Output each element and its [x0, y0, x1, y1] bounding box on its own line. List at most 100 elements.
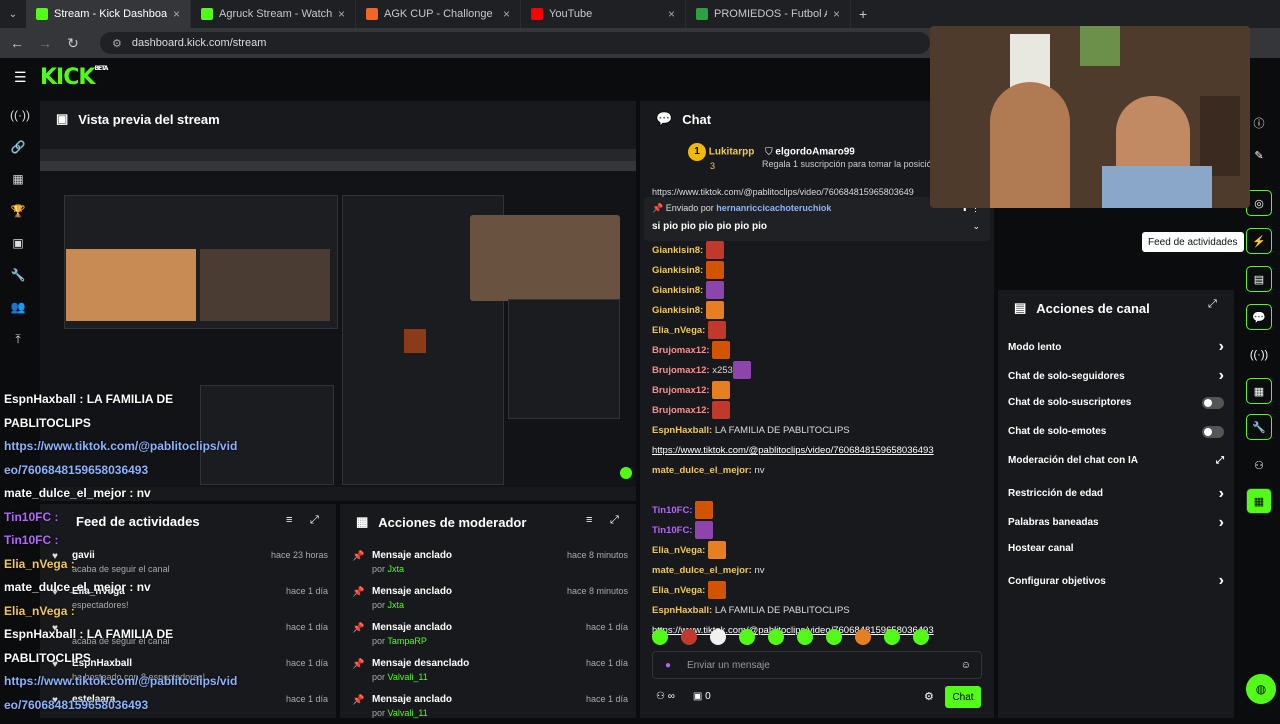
users-icon[interactable]: ⚇ — [1246, 452, 1272, 478]
close-icon[interactable]: × — [833, 7, 840, 21]
chevron-right-icon[interactable]: › — [1219, 514, 1224, 532]
new-tab-button[interactable]: + — [851, 6, 867, 22]
chat-username[interactable]: Brujomax12: — [652, 365, 710, 376]
chat-username[interactable]: EspnHaxball: — [652, 425, 712, 436]
forward-icon[interactable]: → — [38, 35, 52, 51]
chat-message[interactable]: Elia_nVega: — [652, 581, 982, 601]
mod-user[interactable]: Valvali_11 — [388, 672, 428, 682]
browser-tab[interactable]: Stream - Kick Dashboard × — [26, 0, 191, 28]
chat-username[interactable]: Brujomax12: — [652, 385, 710, 396]
emote-icon[interactable] — [652, 629, 668, 645]
chat-message[interactable]: Brujomax12: x253 — [652, 361, 982, 381]
browser-tab[interactable]: AGK CUP - Challonge × — [356, 0, 521, 28]
chat-username[interactable]: Brujomax12: — [652, 345, 710, 356]
chat-message[interactable]: mate_dulce_el_mejor: nv — [652, 561, 982, 581]
chat-username[interactable]: mate_dulce_el_mejor: — [652, 565, 752, 576]
mod-user[interactable]: Valvali_11 — [388, 708, 428, 718]
emote-icon[interactable] — [913, 629, 929, 645]
chat-message[interactable]: Giankisin8: — [652, 241, 982, 261]
pinned-by[interactable]: hernanriccicachoteruchiok — [716, 203, 831, 213]
settings-icon[interactable]: ⚙ — [924, 690, 934, 703]
chat-username[interactable]: Tin10FC: — [652, 505, 692, 516]
chat-message[interactable]: mate_dulce_el_mejor: nv — [652, 461, 982, 481]
emote-icon[interactable] — [797, 629, 813, 645]
chevron-down-icon[interactable]: ⌄ — [972, 221, 980, 232]
chat-link[interactable]: https://www.tiktok.com/@pablitoclips/vid… — [652, 445, 934, 456]
chevron-right-icon[interactable]: › — [1219, 572, 1224, 590]
top-gifter[interactable]: 1 Lukitarpp ⛉ elgordoAmaro99 3 Regala 1 … — [688, 143, 937, 171]
tab-list-icon[interactable]: ⌄ — [0, 9, 26, 20]
chat-username[interactable]: Elia_nVega: — [652, 325, 705, 336]
chat-message[interactable]: Tin10FC: — [652, 501, 982, 521]
mod-action-item[interactable]: 📌 Mensaje anclado por TampaRP hace 1 día — [352, 616, 628, 652]
channel-action-item[interactable]: Restricción de edad › — [1008, 485, 1224, 503]
panel-icon[interactable]: ▦ — [1246, 378, 1272, 404]
chat-username[interactable]: Elia_nVega: — [652, 585, 705, 596]
chat-username[interactable]: Giankisin8: — [652, 265, 703, 276]
chat-message[interactable]: EspnHaxball: LA FAMILIA DE PABLITOCLIPS — [652, 601, 982, 621]
chat-message[interactable]: EspnHaxball: LA FAMILIA DE PABLITOCLIPS — [652, 421, 982, 441]
chevron-right-icon[interactable]: › — [1219, 367, 1224, 385]
chat-message[interactable]: Elia_nVega: — [652, 321, 982, 341]
chat-username[interactable]: Giankisin8: — [652, 245, 703, 256]
chat-username[interactable]: Elia_nVega: — [652, 545, 705, 556]
channel-action-item[interactable]: Palabras baneadas › — [1008, 514, 1224, 532]
emoji-icon[interactable]: ☺ — [961, 660, 971, 671]
filter-icon[interactable]: ≡ — [286, 514, 292, 526]
emote-icon[interactable] — [739, 629, 755, 645]
popout-icon[interactable]: ⤢ — [610, 514, 619, 527]
emote-icon[interactable] — [826, 629, 842, 645]
channel-action-item[interactable]: Hostear canal — [1008, 543, 1224, 554]
channel-action-item[interactable]: Chat de solo-seguidores › — [1008, 367, 1224, 385]
mod-user[interactable]: Jxta — [388, 600, 405, 610]
wrench-icon[interactable]: 🔧 — [1246, 414, 1272, 440]
external-link-icon[interactable]: ⤢ — [1216, 455, 1224, 466]
chat-username[interactable]: Giankisin8: — [652, 305, 703, 316]
mod-action-item[interactable]: 📌 Mensaje anclado por Jxta hace 8 minutos — [352, 544, 628, 580]
chat-bubble-icon[interactable]: 💬 — [1246, 304, 1272, 330]
menu-icon[interactable]: ☰ — [14, 69, 27, 86]
upload-icon[interactable]: ⤒ — [10, 332, 26, 348]
chevron-right-icon[interactable]: › — [1219, 338, 1224, 356]
trophy-icon[interactable]: 🏆 — [10, 204, 26, 220]
channel-action-item[interactable]: Configurar objetivos › — [1008, 572, 1224, 590]
chat-username[interactable]: mate_dulce_el_mejor: — [652, 465, 752, 476]
mod-user[interactable]: Jxta — [388, 564, 405, 574]
notes-icon[interactable]: ▤ — [1246, 266, 1272, 292]
chat-message[interactable]: https://www.tiktok.com/@pablitoclips/vid… — [652, 441, 982, 461]
send-chat-button[interactable]: Chat — [945, 686, 981, 708]
close-icon[interactable]: × — [338, 7, 345, 21]
gift-count[interactable]: ▣ 0 — [693, 691, 711, 702]
close-icon[interactable]: × — [503, 7, 510, 21]
users-icon[interactable]: 👥 — [10, 300, 26, 316]
lightning-icon[interactable]: ⚡ — [1246, 228, 1272, 254]
viewers-icon[interactable]: ⚇ ∞ — [656, 691, 675, 702]
chat-message[interactable]: Giankisin8: — [652, 261, 982, 281]
chat-message[interactable]: Brujomax12: — [652, 341, 982, 361]
analytics-icon[interactable]: ▦ — [10, 172, 26, 188]
browser-tab[interactable]: YouTube × — [521, 0, 686, 28]
mod-action-item[interactable]: 📌 Mensaje anclado por Jxta hace 8 minutos — [352, 580, 628, 616]
browser-tab[interactable]: PROMIEDOS - Futbol Argentino × — [686, 0, 851, 28]
toggle-switch[interactable] — [1202, 396, 1224, 409]
chat-username[interactable]: Tin10FC: — [652, 525, 692, 536]
close-icon[interactable]: × — [668, 7, 675, 21]
chat-message[interactable]: Brujomax12: — [652, 401, 982, 421]
reload-icon[interactable]: ↻ — [66, 35, 80, 52]
chat-username[interactable]: Brujomax12: — [652, 405, 710, 416]
chat-message[interactable]: Tin10FC: — [652, 521, 982, 541]
emote-icon[interactable] — [768, 629, 784, 645]
emote-icon[interactable] — [855, 629, 871, 645]
emote-icon[interactable] — [884, 629, 900, 645]
toggle-switch[interactable] — [1202, 425, 1224, 438]
emote-icon[interactable] — [681, 629, 697, 645]
kick-logo[interactable]: KICKBETA — [40, 65, 108, 90]
chat-username[interactable]: Giankisin8: — [652, 285, 703, 296]
chat-username[interactable]: EspnHaxball: — [652, 605, 712, 616]
mod-action-item[interactable]: 📌 Mensaje desanclado por Valvali_11 hace 1 … — [352, 652, 628, 688]
back-icon[interactable]: ← — [10, 35, 24, 51]
channel-action-item[interactable]: Moderación del chat con IA ⤢ — [1008, 455, 1224, 466]
chat-message[interactable]: Giankisin8: — [652, 281, 982, 301]
link-icon[interactable]: 🔗 — [10, 140, 26, 156]
mod-user[interactable]: TampaRP — [387, 636, 427, 646]
